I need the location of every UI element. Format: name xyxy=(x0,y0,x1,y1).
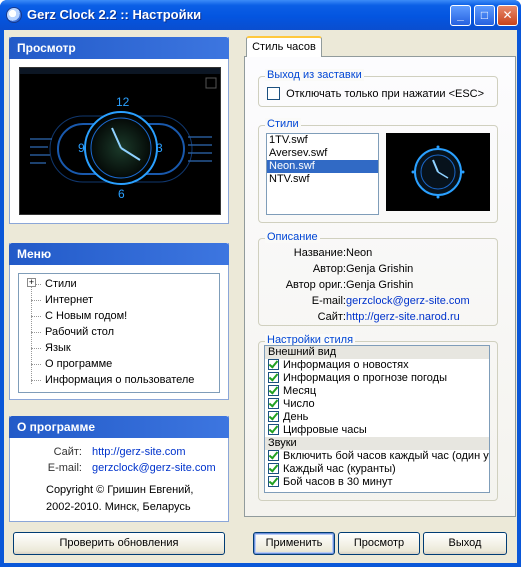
window-title: Gerz Clock 2.2 :: Настройки xyxy=(27,7,202,22)
day-checkbox[interactable] xyxy=(268,411,279,422)
desc-email-link[interactable]: gerzclock@gerz-site.com xyxy=(346,294,470,308)
option-hourly-kuranty[interactable]: Каждый час (куранты) xyxy=(265,463,489,476)
neon-thumbnail-image xyxy=(386,133,490,211)
exit-button[interactable]: Выход xyxy=(423,532,507,555)
option-month[interactable]: Месяц xyxy=(265,385,489,398)
style-item[interactable]: 1TV.swf xyxy=(267,134,378,147)
option-digital-clock[interactable]: Цифровые часы xyxy=(265,424,489,437)
option-half-hour-chime[interactable]: Бой часов в 30 минут xyxy=(265,476,489,489)
check-updates-button[interactable]: Проверить обновления xyxy=(13,532,225,555)
style-settings-list[interactable]: Внешний вид Информация о новостях Информ… xyxy=(264,345,490,493)
menu-item-about[interactable]: О программе xyxy=(19,356,219,372)
menu-panel: Меню + Стили Интернет С Новым годом! Раб… xyxy=(9,243,229,400)
menu-item-user-info[interactable]: Информация о пользователе xyxy=(19,372,219,388)
hourly-chime-checkbox[interactable] xyxy=(268,450,279,461)
option-label: День xyxy=(283,411,309,423)
menu-tree: + Стили Интернет С Новым годом! Рабочий … xyxy=(18,273,220,393)
option-label: Информация о новостях xyxy=(283,359,409,371)
date-number-checkbox[interactable] xyxy=(268,398,279,409)
settings-header-sounds: Звуки xyxy=(265,437,489,450)
copyright-line-2: 2002-2010. Минск, Беларусь xyxy=(46,501,191,513)
option-date-number[interactable]: Число xyxy=(265,398,489,411)
screensaver-group-title: Выход из заставки xyxy=(265,69,364,81)
style-item[interactable]: Aversev.swf xyxy=(267,147,378,160)
menu-item-styles[interactable]: Стили xyxy=(19,276,219,292)
expand-plus-icon[interactable]: + xyxy=(27,278,36,287)
about-email-label: E-mail: xyxy=(47,462,82,474)
styles-group-title: Стили xyxy=(265,118,301,130)
settings-header-appearance: Внешний вид xyxy=(265,346,489,359)
esc-only-label[interactable]: Отключать только при нажатии <ESC> xyxy=(286,88,484,100)
preview-panel: Просмотр 12 3 6 9 xyxy=(9,37,229,224)
clock-number-3: 3 xyxy=(156,141,163,155)
option-label: Число xyxy=(283,398,315,410)
menu-panel-title: Меню xyxy=(9,243,229,265)
apply-button[interactable]: Применить xyxy=(253,532,335,555)
digital-clock-checkbox[interactable] xyxy=(268,424,279,435)
app-window: Gerz Clock 2.2 :: Настройки _ □ ✕ Просмо… xyxy=(0,0,521,567)
description-group-title: Описание xyxy=(265,231,320,243)
option-hourly-chime[interactable]: Включить бой часов каждый час (один у xyxy=(265,450,489,463)
hourly-kuranty-checkbox[interactable] xyxy=(268,463,279,474)
desc-site-link[interactable]: http://gerz-site.narod.ru xyxy=(346,310,460,324)
menu-item-language[interactable]: Язык xyxy=(19,340,219,356)
option-label: Бой часов в 30 минут xyxy=(283,476,393,488)
style-item[interactable]: NTV.swf xyxy=(267,173,378,186)
desc-orig-author-label: Автор ориг.: xyxy=(285,279,346,291)
news-info-checkbox[interactable] xyxy=(268,359,279,370)
style-thumbnail xyxy=(386,133,490,211)
copyright-line-1: Copyright © Гришин Евгений, xyxy=(46,484,194,496)
option-label: Каждый час (куранты) xyxy=(283,463,396,475)
about-panel: О программе Сайт: http://gerz-site.com E… xyxy=(9,416,229,522)
desc-author-value: Genja Grishin xyxy=(346,263,414,275)
half-hour-chime-checkbox[interactable] xyxy=(268,476,279,487)
preview-button[interactable]: Просмотр xyxy=(338,532,420,555)
app-clock-icon xyxy=(6,7,22,23)
desc-name-value: Neon xyxy=(346,247,373,259)
tab-clock-style[interactable]: Стиль часов xyxy=(246,36,322,57)
clock-number-6: 6 xyxy=(118,187,125,201)
clock-number-9: 9 xyxy=(78,141,85,155)
desc-orig-author-value: Genja Grishin xyxy=(346,279,414,291)
desc-name-label: Название: xyxy=(293,247,346,259)
maximize-button[interactable]: □ xyxy=(474,5,495,26)
esc-only-checkbox[interactable] xyxy=(267,87,280,100)
styles-listbox[interactable]: 1TV.swf Aversev.swf Neon.swf NTV.swf xyxy=(266,133,379,215)
desc-site-label: Сайт: xyxy=(317,311,346,323)
menu-item-new-year[interactable]: С Новым годом! xyxy=(19,308,219,324)
menu-item-desktop[interactable]: Рабочий стол xyxy=(19,324,219,340)
option-day[interactable]: День xyxy=(265,411,489,424)
close-button[interactable]: ✕ xyxy=(497,5,518,26)
option-news-info[interactable]: Информация о новостях xyxy=(265,359,489,372)
option-label: Месяц xyxy=(283,385,317,397)
title-bar[interactable]: Gerz Clock 2.2 :: Настройки _ □ ✕ xyxy=(0,0,521,30)
desc-author-label: Автор: xyxy=(312,263,346,275)
neon-clock-preview: 12 3 6 9 xyxy=(20,68,220,214)
preview-panel-title: Просмотр xyxy=(9,37,229,59)
about-email-link[interactable]: gerzclock@gerz-site.com xyxy=(92,462,216,474)
screensaver-group: Выход из заставки Отключать только при н… xyxy=(258,69,498,107)
clock-preview-image: 12 3 6 9 xyxy=(19,67,221,215)
style-item-selected[interactable]: Neon.swf xyxy=(267,160,378,173)
option-label: Включить бой часов каждый час (один у xyxy=(283,450,489,462)
month-checkbox[interactable] xyxy=(268,385,279,396)
option-weather-info[interactable]: Информация о прогнозе погоды xyxy=(265,372,489,385)
menu-item-internet[interactable]: Интернет xyxy=(19,292,219,308)
weather-info-checkbox[interactable] xyxy=(268,372,279,383)
about-panel-title: О программе xyxy=(9,416,229,438)
desc-email-label: E-mail: xyxy=(311,295,346,307)
about-site-link[interactable]: http://gerz-site.com xyxy=(92,446,186,458)
option-label: Информация о прогнозе погоды xyxy=(283,372,447,384)
minimize-button[interactable]: _ xyxy=(450,5,471,26)
clock-number-12: 12 xyxy=(116,95,130,109)
option-label: Цифровые часы xyxy=(283,424,367,436)
about-site-label: Сайт: xyxy=(53,446,82,458)
